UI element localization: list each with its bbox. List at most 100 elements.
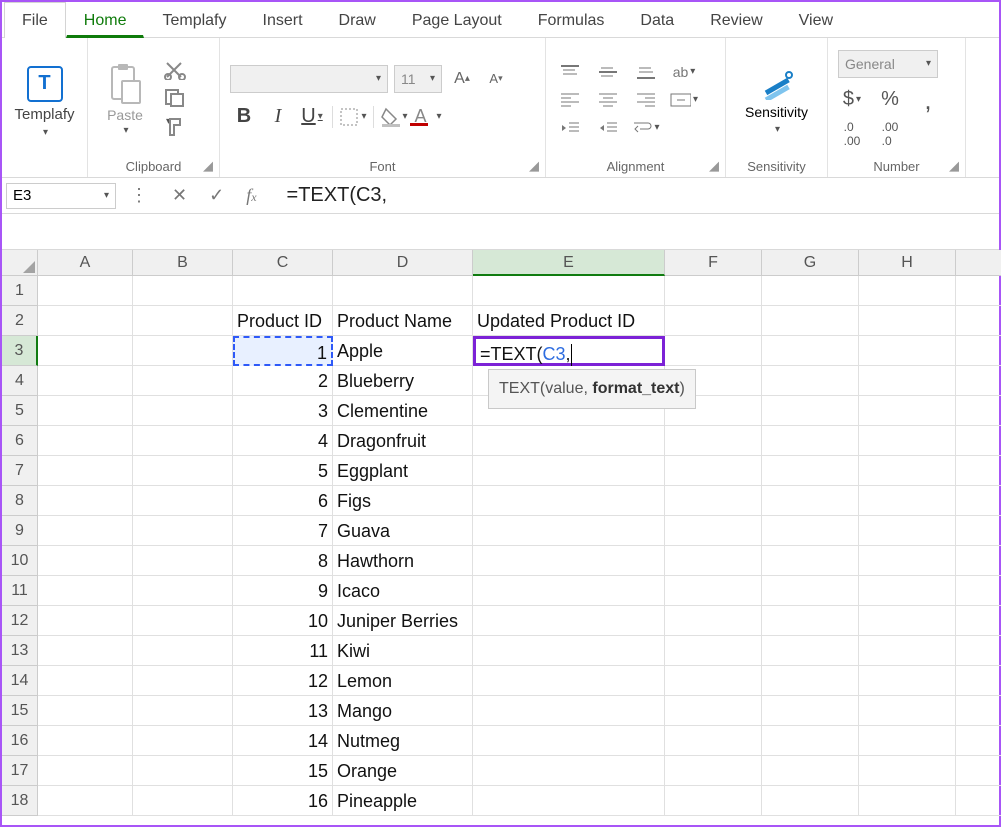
templafy-button[interactable]: T Templafy ▾ xyxy=(12,62,77,138)
cell[interactable] xyxy=(665,276,762,306)
cell[interactable] xyxy=(859,306,956,336)
cell[interactable]: Nutmeg xyxy=(333,726,473,756)
cell[interactable] xyxy=(38,336,133,366)
cell[interactable] xyxy=(133,636,233,666)
cell[interactable] xyxy=(133,726,233,756)
cell[interactable] xyxy=(133,576,233,606)
cell[interactable] xyxy=(38,786,133,816)
cell[interactable] xyxy=(956,666,1001,696)
cell[interactable] xyxy=(38,696,133,726)
italic-button[interactable]: I xyxy=(264,105,292,129)
cell[interactable]: Lemon xyxy=(333,666,473,696)
col-header-G[interactable]: G xyxy=(762,250,859,276)
cell[interactable] xyxy=(665,666,762,696)
cell[interactable] xyxy=(956,756,1001,786)
align-right-button[interactable] xyxy=(632,88,660,112)
orientation-button[interactable]: ab▾ xyxy=(670,60,698,84)
cell[interactable] xyxy=(762,276,859,306)
cell[interactable]: Figs xyxy=(333,486,473,516)
cell[interactable] xyxy=(665,456,762,486)
cell[interactable] xyxy=(38,366,133,396)
cell[interactable] xyxy=(133,486,233,516)
cell[interactable]: Product Name xyxy=(333,306,473,336)
cell[interactable] xyxy=(859,456,956,486)
cell[interactable]: 2 xyxy=(233,366,333,396)
align-left-button[interactable] xyxy=(556,88,584,112)
cell[interactable]: Updated Product ID xyxy=(473,306,665,336)
cell[interactable]: 3 xyxy=(233,396,333,426)
cell[interactable]: 6 xyxy=(233,486,333,516)
cell[interactable] xyxy=(956,456,1001,486)
cell[interactable] xyxy=(859,696,956,726)
row-header[interactable]: 5 xyxy=(2,396,38,426)
cell[interactable] xyxy=(38,426,133,456)
cell[interactable]: 10 xyxy=(233,606,333,636)
decrease-indent-button[interactable] xyxy=(556,116,584,140)
cell[interactable] xyxy=(956,336,1001,366)
cell[interactable] xyxy=(859,336,956,366)
decrease-font-button[interactable]: A▾ xyxy=(482,67,510,91)
worksheet-grid[interactable]: A B C D E F G H I 1 2 Product ID Product… xyxy=(2,250,999,816)
cell[interactable] xyxy=(665,486,762,516)
fx-icon[interactable]: fx xyxy=(246,185,256,206)
tab-draw[interactable]: Draw xyxy=(321,2,394,38)
cell[interactable] xyxy=(473,786,665,816)
font-family-select[interactable]: ▾ xyxy=(230,65,388,93)
align-middle-button[interactable] xyxy=(594,60,622,84)
row-header[interactable]: 2 xyxy=(2,306,38,336)
cell[interactable] xyxy=(133,516,233,546)
number-format-select[interactable]: General▾ xyxy=(838,50,938,78)
cell[interactable] xyxy=(38,396,133,426)
cell[interactable] xyxy=(333,276,473,306)
cell-C3[interactable]: 1 xyxy=(233,336,333,366)
cell[interactable]: Product ID xyxy=(233,306,333,336)
cell[interactable] xyxy=(956,576,1001,606)
cell[interactable] xyxy=(762,756,859,786)
cell[interactable] xyxy=(762,486,859,516)
cell[interactable]: Pineapple xyxy=(333,786,473,816)
decrease-decimal-button[interactable]: .00.0 xyxy=(876,122,904,146)
cell[interactable] xyxy=(762,426,859,456)
col-header-I[interactable]: I xyxy=(956,250,1001,276)
cell[interactable]: Hawthorn xyxy=(333,546,473,576)
cell[interactable] xyxy=(133,426,233,456)
cell[interactable] xyxy=(956,786,1001,816)
ellipsis-icon[interactable]: ⋮ xyxy=(130,185,150,206)
select-all-button[interactable] xyxy=(2,250,38,276)
cell[interactable] xyxy=(133,666,233,696)
cell[interactable] xyxy=(859,786,956,816)
cell[interactable] xyxy=(665,336,762,366)
cell[interactable] xyxy=(859,396,956,426)
tab-formulas[interactable]: Formulas xyxy=(520,2,623,38)
name-box[interactable]: E3 ▾ xyxy=(6,183,116,209)
row-header[interactable]: 18 xyxy=(2,786,38,816)
cell[interactable] xyxy=(233,276,333,306)
cell[interactable] xyxy=(38,576,133,606)
dialog-launcher-icon[interactable]: ◢ xyxy=(949,158,959,174)
increase-indent-button[interactable] xyxy=(594,116,622,140)
cell[interactable] xyxy=(762,726,859,756)
cell[interactable] xyxy=(762,456,859,486)
dialog-launcher-icon[interactable]: ◢ xyxy=(203,158,213,174)
cell[interactable]: Eggplant xyxy=(333,456,473,486)
tab-view[interactable]: View xyxy=(781,2,851,38)
cell[interactable] xyxy=(762,576,859,606)
cell[interactable] xyxy=(473,696,665,726)
increase-decimal-button[interactable]: .0.00 xyxy=(838,122,866,146)
cell[interactable] xyxy=(473,576,665,606)
cell[interactable] xyxy=(473,636,665,666)
cell[interactable] xyxy=(859,576,956,606)
wrap-text-button[interactable]: ▾ xyxy=(632,116,660,140)
cell[interactable] xyxy=(956,696,1001,726)
cell[interactable] xyxy=(133,546,233,576)
cell[interactable] xyxy=(665,306,762,336)
cell[interactable]: 4 xyxy=(233,426,333,456)
cell-E3-editing[interactable]: =TEXT(C3, TEXT(value, format_text) xyxy=(473,336,665,366)
cell[interactable] xyxy=(665,636,762,666)
sensitivity-button[interactable]: Sensitivity ▾ xyxy=(736,64,817,135)
cell[interactable]: Orange xyxy=(333,756,473,786)
cell[interactable] xyxy=(665,426,762,456)
cell[interactable] xyxy=(956,306,1001,336)
col-header-A[interactable]: A xyxy=(38,250,133,276)
function-tooltip[interactable]: TEXT(value, format_text) xyxy=(488,369,696,409)
